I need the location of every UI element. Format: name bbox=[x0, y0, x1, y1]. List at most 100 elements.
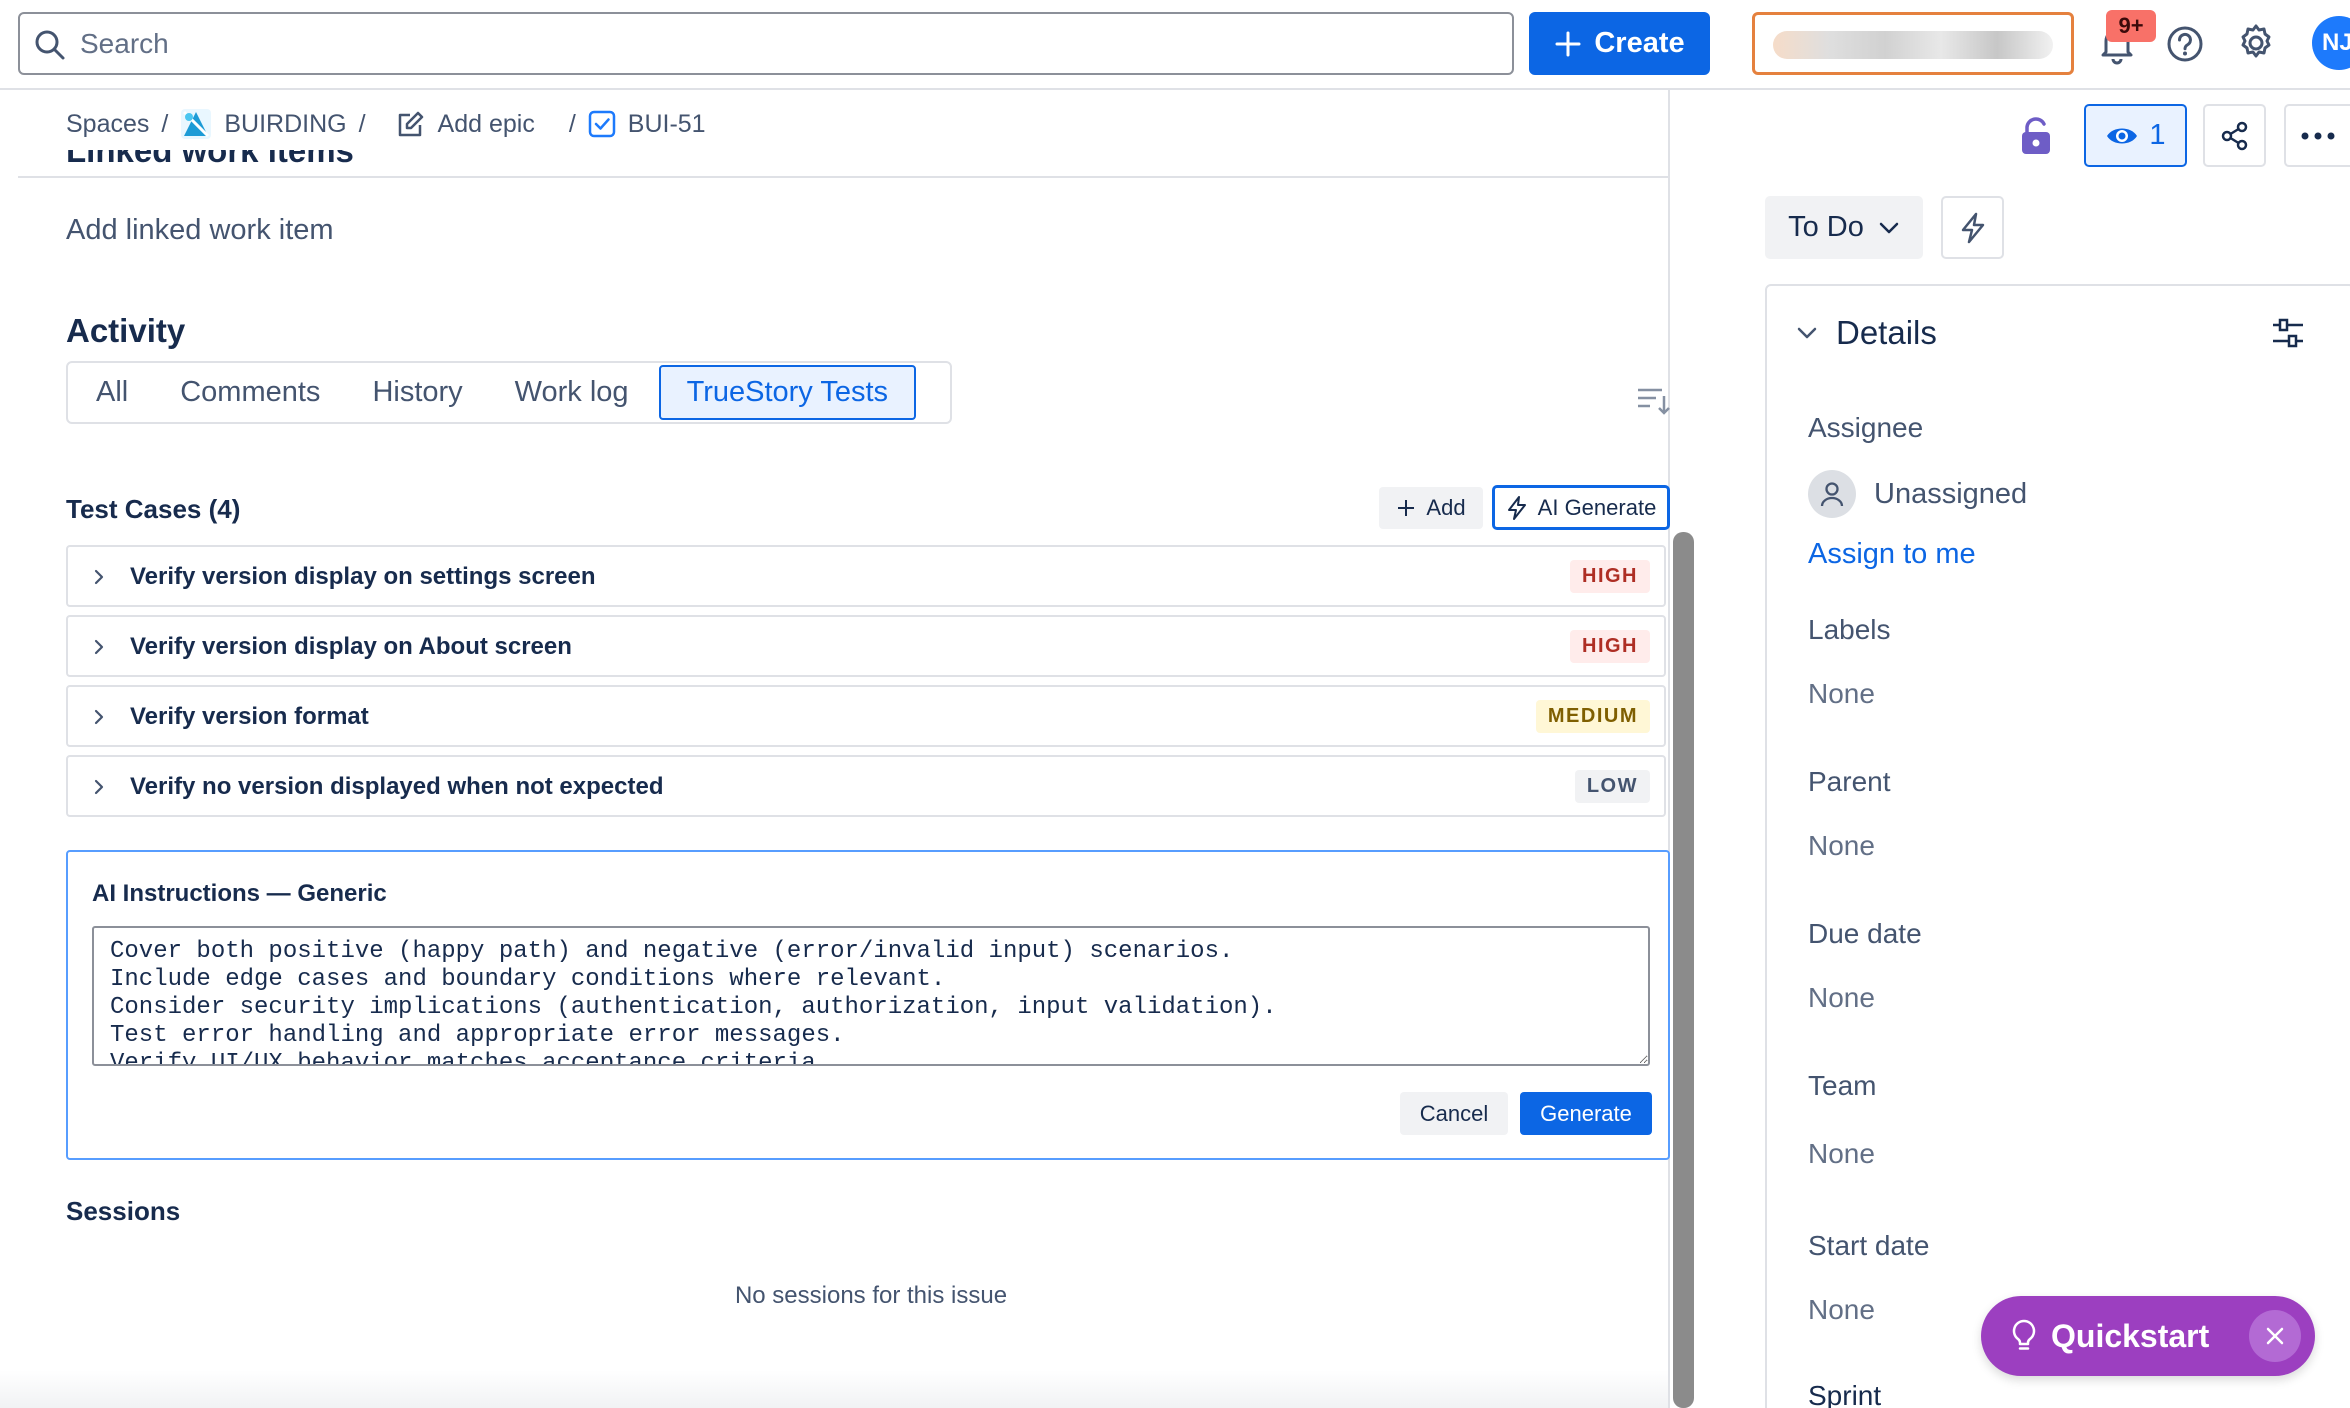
trial-banner-button[interactable] bbox=[1752, 12, 2074, 75]
breadcrumb-issue[interactable]: BUI-51 bbox=[588, 110, 706, 139]
assignee-value: Unassigned bbox=[1874, 477, 2028, 510]
labels-value[interactable]: None bbox=[1808, 678, 1875, 710]
chevron-right-icon[interactable] bbox=[92, 637, 106, 657]
help-button[interactable] bbox=[2165, 24, 2205, 64]
tab-comments[interactable]: Comments bbox=[154, 365, 346, 420]
test-case-name: Verify version display on About screen bbox=[130, 633, 572, 660]
add-test-case-button[interactable]: Add bbox=[1379, 487, 1483, 529]
test-case-row[interactable]: Verify version display on About screen H… bbox=[66, 615, 1666, 677]
priority-badge: HIGH bbox=[1570, 560, 1650, 593]
close-icon[interactable] bbox=[2249, 1310, 2301, 1362]
team-label: Team bbox=[1808, 1070, 1877, 1101]
main-scrollbar-thumb[interactable] bbox=[1673, 532, 1694, 1408]
task-checkbox-icon bbox=[588, 110, 616, 138]
breadcrumb-spaces[interactable]: Spaces bbox=[66, 110, 149, 139]
lightbulb-icon bbox=[2011, 1319, 2037, 1353]
project-name: BUIRDING bbox=[224, 109, 347, 138]
breadcrumb-separator: / bbox=[568, 109, 576, 138]
sessions-empty-message: No sessions for this issue bbox=[734, 1282, 1008, 1309]
share-icon bbox=[2220, 121, 2250, 151]
cancel-button[interactable]: Cancel bbox=[1400, 1092, 1508, 1135]
sort-order-icon[interactable] bbox=[1636, 386, 1670, 416]
add-label: Add bbox=[1426, 495, 1466, 520]
activity-heading: Activity bbox=[66, 312, 186, 349]
sprint-label: Sprint bbox=[1808, 1380, 1882, 1408]
quickstart-button[interactable]: Quickstart bbox=[1981, 1296, 2315, 1376]
ai-instructions-textarea[interactable]: Cover both positive (happy path) and neg… bbox=[92, 926, 1650, 1066]
plus-icon bbox=[1554, 30, 1582, 58]
share-button[interactable] bbox=[2203, 104, 2266, 167]
test-case-row[interactable]: Verify no version displayed when not exp… bbox=[66, 755, 1666, 817]
add-linked-work-item-link[interactable]: Add linked work item bbox=[66, 214, 334, 247]
ai-instructions-panel: AI Instructions — Generic Cover both pos… bbox=[66, 850, 1670, 1160]
watchers-count: 1 bbox=[2149, 119, 2166, 151]
chevron-right-icon[interactable] bbox=[92, 567, 106, 587]
priority-badge: LOW bbox=[1574, 770, 1650, 803]
panel-divider bbox=[1668, 90, 1670, 1408]
test-case-name: Verify no version displayed when not exp… bbox=[130, 773, 664, 800]
unlock-icon[interactable] bbox=[2018, 116, 2054, 156]
help-icon bbox=[2165, 24, 2205, 64]
ai-generate-button[interactable]: AI Generate bbox=[1492, 485, 1670, 530]
lightning-icon bbox=[1960, 212, 1986, 244]
edit-icon bbox=[396, 109, 426, 139]
watch-button[interactable]: 1 bbox=[2084, 104, 2187, 167]
quickstart-label: Quickstart bbox=[2051, 1317, 2210, 1354]
priority-badge: MEDIUM bbox=[1535, 700, 1650, 733]
ai-instructions-title: AI Instructions — Generic bbox=[92, 880, 387, 907]
tab-all[interactable]: All bbox=[70, 365, 154, 420]
tab-work-log[interactable]: Work log bbox=[489, 365, 655, 420]
settings-button[interactable] bbox=[2235, 22, 2277, 64]
tab-truestory-tests[interactable]: TrueStory Tests bbox=[658, 365, 917, 420]
tab-history[interactable]: History bbox=[346, 365, 488, 420]
project-icon bbox=[180, 108, 212, 140]
due-date-value[interactable]: None bbox=[1808, 982, 1875, 1014]
header-divider bbox=[18, 176, 1668, 178]
breadcrumb: Spaces / BUIRDING / Add epic / BUI-51 bbox=[66, 104, 706, 144]
unassigned-avatar bbox=[1808, 470, 1856, 518]
ai-generate-label: AI Generate bbox=[1537, 494, 1657, 520]
more-horizontal-icon bbox=[2301, 132, 2335, 140]
gear-icon bbox=[2235, 22, 2277, 64]
search-box[interactable] bbox=[18, 12, 1514, 75]
sessions-heading: Sessions bbox=[66, 1196, 181, 1226]
start-date-value[interactable]: None bbox=[1808, 1294, 1875, 1326]
breadcrumb-separator: / bbox=[358, 109, 366, 138]
generate-button[interactable]: Generate bbox=[1520, 1092, 1652, 1135]
status-label: To Do bbox=[1788, 211, 1864, 243]
plus-icon bbox=[1396, 498, 1416, 518]
parent-value[interactable]: None bbox=[1808, 830, 1875, 862]
add-epic-label: Add epic bbox=[437, 109, 535, 138]
test-case-name: Verify version display on settings scree… bbox=[130, 563, 596, 590]
search-input[interactable] bbox=[80, 24, 1480, 64]
search-icon bbox=[34, 29, 66, 61]
start-date-label: Start date bbox=[1808, 1230, 1930, 1261]
details-title: Details bbox=[1836, 314, 1937, 351]
test-cases-heading: Test Cases (4) bbox=[66, 494, 241, 524]
test-case-row[interactable]: Verify version format MEDIUM bbox=[66, 685, 1666, 747]
chevron-right-icon[interactable] bbox=[92, 707, 106, 727]
parent-label: Parent bbox=[1808, 766, 1891, 797]
configure-fields-icon[interactable] bbox=[2271, 316, 2305, 350]
more-actions-button[interactable] bbox=[2284, 104, 2350, 167]
chevron-down-icon bbox=[1878, 221, 1900, 235]
lightning-icon bbox=[1506, 495, 1528, 520]
test-case-name: Verify version format bbox=[130, 703, 369, 730]
priority-badge: HIGH bbox=[1570, 630, 1650, 663]
breadcrumb-separator: / bbox=[161, 109, 169, 138]
notifications-badge: 9+ bbox=[2106, 10, 2156, 42]
team-value[interactable]: None bbox=[1808, 1138, 1875, 1170]
breadcrumb-add-epic[interactable]: Add epic bbox=[396, 109, 535, 139]
linked-work-items-heading: Linked work items bbox=[66, 150, 354, 169]
assignee-field[interactable]: Unassigned bbox=[1808, 470, 2027, 518]
status-dropdown[interactable]: To Do bbox=[1765, 196, 1923, 259]
automation-button[interactable] bbox=[1941, 196, 2004, 259]
issue-key: BUI-51 bbox=[627, 109, 706, 138]
chevron-right-icon[interactable] bbox=[92, 777, 106, 797]
assign-to-me-link[interactable]: Assign to me bbox=[1808, 538, 1976, 571]
details-toggle[interactable]: Details bbox=[1796, 314, 1937, 352]
create-button[interactable]: Create bbox=[1529, 12, 1710, 75]
breadcrumb-project[interactable]: BUIRDING bbox=[180, 108, 347, 140]
create-label: Create bbox=[1594, 27, 1685, 59]
test-case-row[interactable]: Verify version display on settings scree… bbox=[66, 545, 1666, 607]
